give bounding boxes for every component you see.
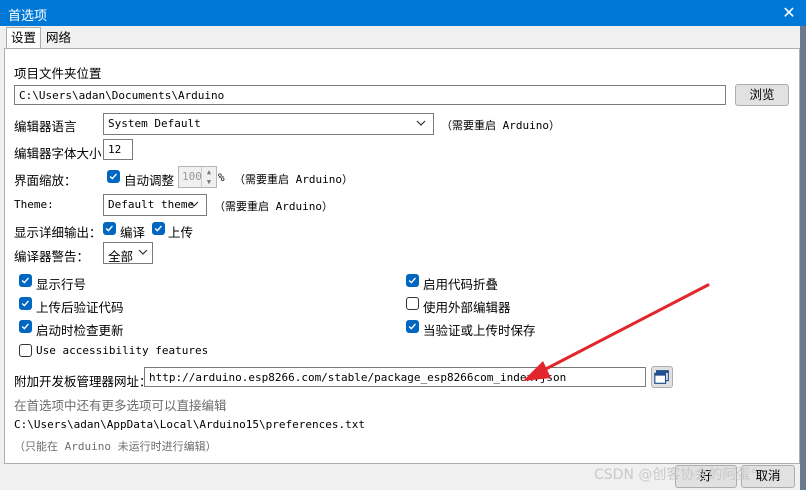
watermark-text: CSDN @创客协会的阿蛋°	[594, 467, 758, 483]
annotation-arrow-icon	[523, 283, 710, 381]
